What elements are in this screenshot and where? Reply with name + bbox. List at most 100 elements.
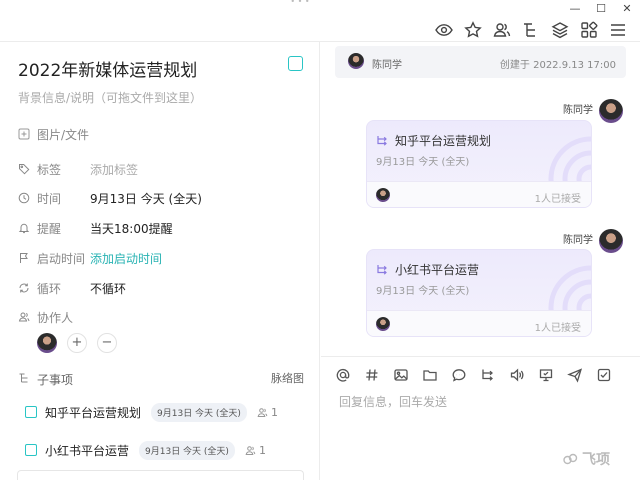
screenshot-icon[interactable] xyxy=(538,367,554,383)
message-sender: 陈同学 xyxy=(563,235,593,246)
repeat-value[interactable]: 不循环 xyxy=(90,280,126,297)
checklist-icon[interactable] xyxy=(596,367,612,383)
card-title: 小红书平台运营 xyxy=(395,263,480,277)
subtask-item[interactable]: 知乎平台运营规划 9月13日 今天 (全天) 1 xyxy=(25,402,278,422)
card-body: 小红书平台运营 9月13日 今天 (全天) xyxy=(367,250,591,326)
avatar[interactable] xyxy=(376,188,390,202)
subtask-date-badge[interactable]: 9月13日 今天 (全天) xyxy=(139,440,235,460)
close-button[interactable]: ✕ xyxy=(617,1,637,17)
time-value[interactable]: 9月13日 今天 (全天) xyxy=(90,190,202,207)
bell-icon xyxy=(18,222,30,234)
card-title: 知乎平台运营规划 xyxy=(395,134,492,148)
collaborator-icon xyxy=(18,311,30,323)
repeat-icon xyxy=(18,282,30,294)
message-sender: 陈同学 xyxy=(563,105,593,116)
star-icon[interactable] xyxy=(463,20,483,40)
task-title[interactable]: 2022年新媒体运营规划 xyxy=(18,56,197,81)
created-notice: 陈同学 创建于 2022.9.13 17:00 xyxy=(335,46,626,78)
subtask-people-value: 1 xyxy=(258,443,266,457)
new-subtask-input[interactable] xyxy=(17,470,304,480)
repeat-label: 循环 xyxy=(37,281,62,296)
tag-label: 标签 xyxy=(37,162,62,177)
description-input[interactable]: 背景信息/说明（可拖文件到这里） xyxy=(18,89,202,106)
card-date: 9月13日 今天 (全天) xyxy=(376,157,470,168)
title-bar: • • • — ☐ ✕ xyxy=(0,0,640,18)
hashtag-icon[interactable] xyxy=(364,367,380,383)
add-collaborator-button[interactable]: + xyxy=(67,333,87,353)
subtask-card[interactable]: 知乎平台运营规划 9月13日 今天 (全天) 1人已接受 xyxy=(366,120,592,208)
subtask-checkbox[interactable] xyxy=(25,444,37,456)
card-footer: 1人已接受 xyxy=(367,310,591,336)
card-footer: 1人已接受 xyxy=(367,181,591,207)
watermark-text: 飞项 xyxy=(582,452,610,468)
creator-name: 陈同学 xyxy=(372,60,402,71)
add-start-time-link[interactable]: 添加启动时间 xyxy=(90,250,162,267)
tag-icon xyxy=(18,163,30,175)
subtask-name[interactable]: 小红书平台运营 xyxy=(45,442,129,459)
accepted-count: 1人已接受 xyxy=(534,194,581,205)
subtask-people-value: 1 xyxy=(270,405,278,419)
chat-bubble-icon[interactable] xyxy=(451,367,467,383)
collaborators-label: 协作人 xyxy=(37,310,74,325)
subtask-icon xyxy=(376,134,389,147)
subtask-date-badge[interactable]: 9月13日 今天 (全天) xyxy=(151,402,247,422)
top-toolbar xyxy=(0,18,640,42)
task-complete-checkbox[interactable] xyxy=(288,56,303,71)
members-icon[interactable] xyxy=(492,20,512,40)
watermark-logo-icon xyxy=(563,453,578,465)
subtask-tree-icon[interactable] xyxy=(521,20,541,40)
layers-icon[interactable] xyxy=(550,20,570,40)
watermark: 飞项 xyxy=(562,449,610,469)
subtask-item[interactable]: 小红书平台运营 9月13日 今天 (全天) 1 xyxy=(25,440,266,460)
collaborators-list: + − xyxy=(37,332,117,354)
drag-handle[interactable]: • • • xyxy=(288,0,312,6)
time-label: 时间 xyxy=(37,191,62,206)
reminder-label: 提醒 xyxy=(37,221,62,236)
reminder-value[interactable]: 当天18:00提醒 xyxy=(90,220,173,237)
subtask-checkbox[interactable] xyxy=(25,406,37,418)
composer-toolbar xyxy=(321,356,640,394)
reminder-row[interactable]: 提醒 当天18:00提醒 xyxy=(18,218,173,238)
time-row[interactable]: 时间 9月13日 今天 (全天) xyxy=(18,188,202,208)
eye-icon[interactable] xyxy=(434,20,454,40)
card-body: 知乎平台运营规划 9月13日 今天 (全天) xyxy=(367,121,591,197)
activity-panel: 陈同学 创建于 2022.9.13 17:00 陈同学 知乎平台运营规划 9月1… xyxy=(321,42,640,480)
clock-icon xyxy=(18,192,30,204)
at-icon[interactable] xyxy=(335,367,351,383)
remove-collaborator-button[interactable]: − xyxy=(97,333,117,353)
mindmap-view-link[interactable]: 脉络图 xyxy=(271,370,304,386)
maximize-button[interactable]: ☐ xyxy=(591,1,611,17)
send-icon[interactable] xyxy=(567,367,583,383)
minimize-button[interactable]: — xyxy=(565,1,585,17)
collaborators-row: 协作人 xyxy=(18,307,73,327)
add-attachment-icon xyxy=(18,128,30,140)
add-tag-link[interactable]: 添加标签 xyxy=(90,161,138,178)
subtask-name[interactable]: 知乎平台运营规划 xyxy=(45,404,141,421)
reply-input[interactable]: 回复信息，回车发送 xyxy=(339,393,447,410)
image-icon[interactable] xyxy=(393,367,409,383)
accepted-count: 1人已接受 xyxy=(534,323,581,334)
avatar[interactable] xyxy=(348,53,364,69)
start-time-label: 启动时间 xyxy=(37,251,86,266)
folder-icon[interactable] xyxy=(422,367,438,383)
subtask-icon[interactable] xyxy=(480,367,496,383)
attachments-label: 图片/文件 xyxy=(37,127,90,142)
repeat-row[interactable]: 循环 不循环 xyxy=(18,278,126,298)
avatar[interactable] xyxy=(37,333,57,353)
subtask-card[interactable]: 小红书平台运营 9月13日 今天 (全天) 1人已接受 xyxy=(366,249,592,337)
task-detail-panel: 2022年新媒体运营规划 背景信息/说明（可拖文件到这里） 图片/文件 标签 添… xyxy=(0,42,320,480)
attachments-row[interactable]: 图片/文件 xyxy=(18,124,89,144)
voice-icon[interactable] xyxy=(509,367,525,383)
avatar[interactable] xyxy=(599,229,623,253)
subtask-icon xyxy=(376,263,389,276)
card-date: 9月13日 今天 (全天) xyxy=(376,286,470,297)
subtasks-label: 子事项 xyxy=(37,373,74,387)
menu-icon[interactable] xyxy=(608,20,628,40)
apps-grid-icon[interactable] xyxy=(579,20,599,40)
avatar[interactable] xyxy=(599,99,623,123)
start-time-row[interactable]: 启动时间 添加启动时间 xyxy=(18,248,162,268)
avatar[interactable] xyxy=(376,317,390,331)
created-time: 创建于 2022.9.13 17:00 xyxy=(499,60,616,71)
tag-row[interactable]: 标签 添加标签 xyxy=(18,159,138,179)
subtasks-header: 子事项 脉络图 xyxy=(18,369,304,387)
